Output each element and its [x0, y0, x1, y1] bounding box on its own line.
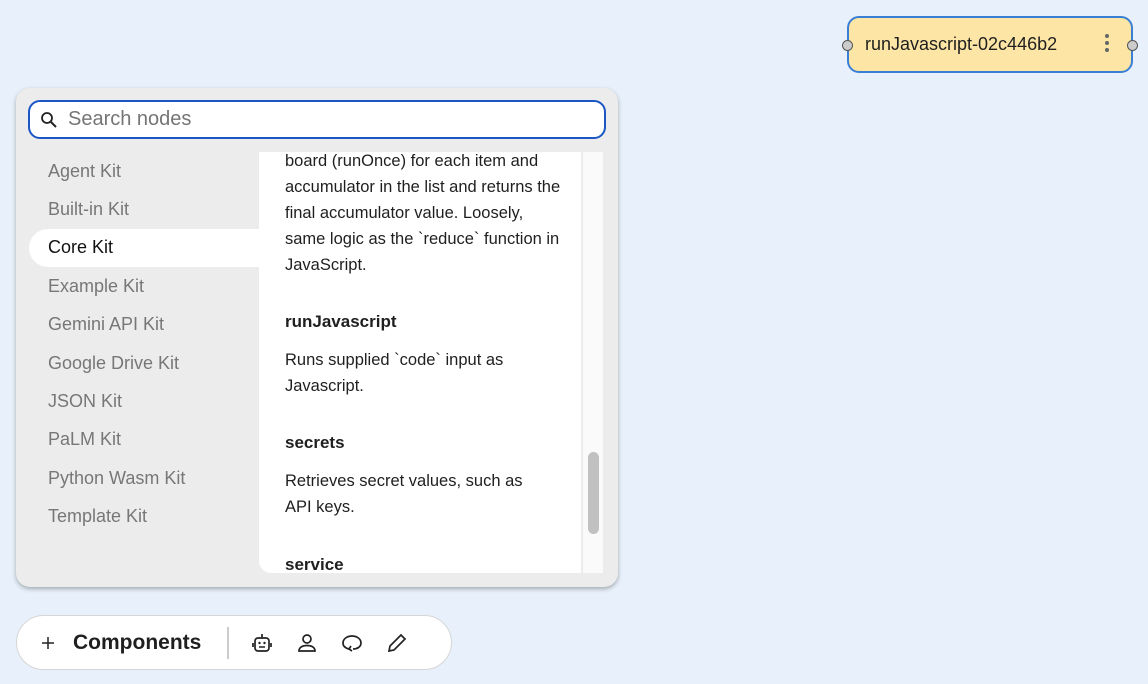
- kit-item[interactable]: Agent Kit: [29, 152, 279, 190]
- kit-item[interactable]: Gemini API Kit: [29, 306, 279, 344]
- node-picker-panel: Agent Kit Built-in Kit Core Kit Example …: [16, 88, 618, 587]
- kit-item[interactable]: Google Drive Kit: [29, 344, 279, 382]
- output-port[interactable]: [1127, 40, 1138, 51]
- node-description: board (runOnce) for each item and accumu…: [285, 152, 561, 274]
- kit-item-active[interactable]: Core Kit: [29, 228, 279, 268]
- node-entry-title[interactable]: runJavascript: [285, 309, 581, 335]
- chat-loop-icon[interactable]: [341, 632, 363, 654]
- plus-icon: [42, 636, 54, 649]
- node-entry-title[interactable]: service: [285, 552, 581, 573]
- kit-list: Agent Kit Built-in Kit Core Kit Example …: [29, 152, 279, 536]
- search-box[interactable]: [28, 100, 606, 139]
- node-list: board (runOnce) for each item and accumu…: [259, 152, 581, 573]
- node-description: Runs supplied `code` input as Javascript…: [285, 351, 504, 395]
- kit-item[interactable]: PaLM Kit: [29, 421, 279, 459]
- bottom-toolbar: Components: [16, 615, 452, 670]
- components-label: Components: [73, 630, 202, 654]
- robot-icon[interactable]: [251, 632, 273, 654]
- kit-item[interactable]: Python Wasm Kit: [29, 459, 279, 497]
- person-icon[interactable]: [296, 632, 318, 654]
- search-input[interactable]: [68, 108, 568, 131]
- scrollbar-thumb[interactable]: [588, 452, 599, 534]
- scrollbar[interactable]: [583, 152, 603, 573]
- kit-item[interactable]: Built-in Kit: [29, 190, 279, 228]
- kebab-icon[interactable]: [1105, 34, 1109, 52]
- input-port[interactable]: [842, 40, 853, 51]
- graph-node-runjavascript[interactable]: runJavascript-02c446b2: [842, 16, 1138, 73]
- search-icon: [41, 111, 57, 128]
- kit-item[interactable]: Example Kit: [29, 267, 279, 305]
- node-description: Retrieves secret values, such as API key…: [285, 472, 523, 516]
- node-entry-title[interactable]: secrets: [285, 430, 581, 456]
- kit-item[interactable]: Template Kit: [29, 498, 279, 536]
- pencil-icon[interactable]: [386, 632, 408, 654]
- divider: [227, 626, 229, 659]
- components-button[interactable]: Components: [41, 631, 201, 655]
- kit-item[interactable]: JSON Kit: [29, 382, 279, 420]
- node-title: runJavascript-02c446b2: [865, 34, 1058, 54]
